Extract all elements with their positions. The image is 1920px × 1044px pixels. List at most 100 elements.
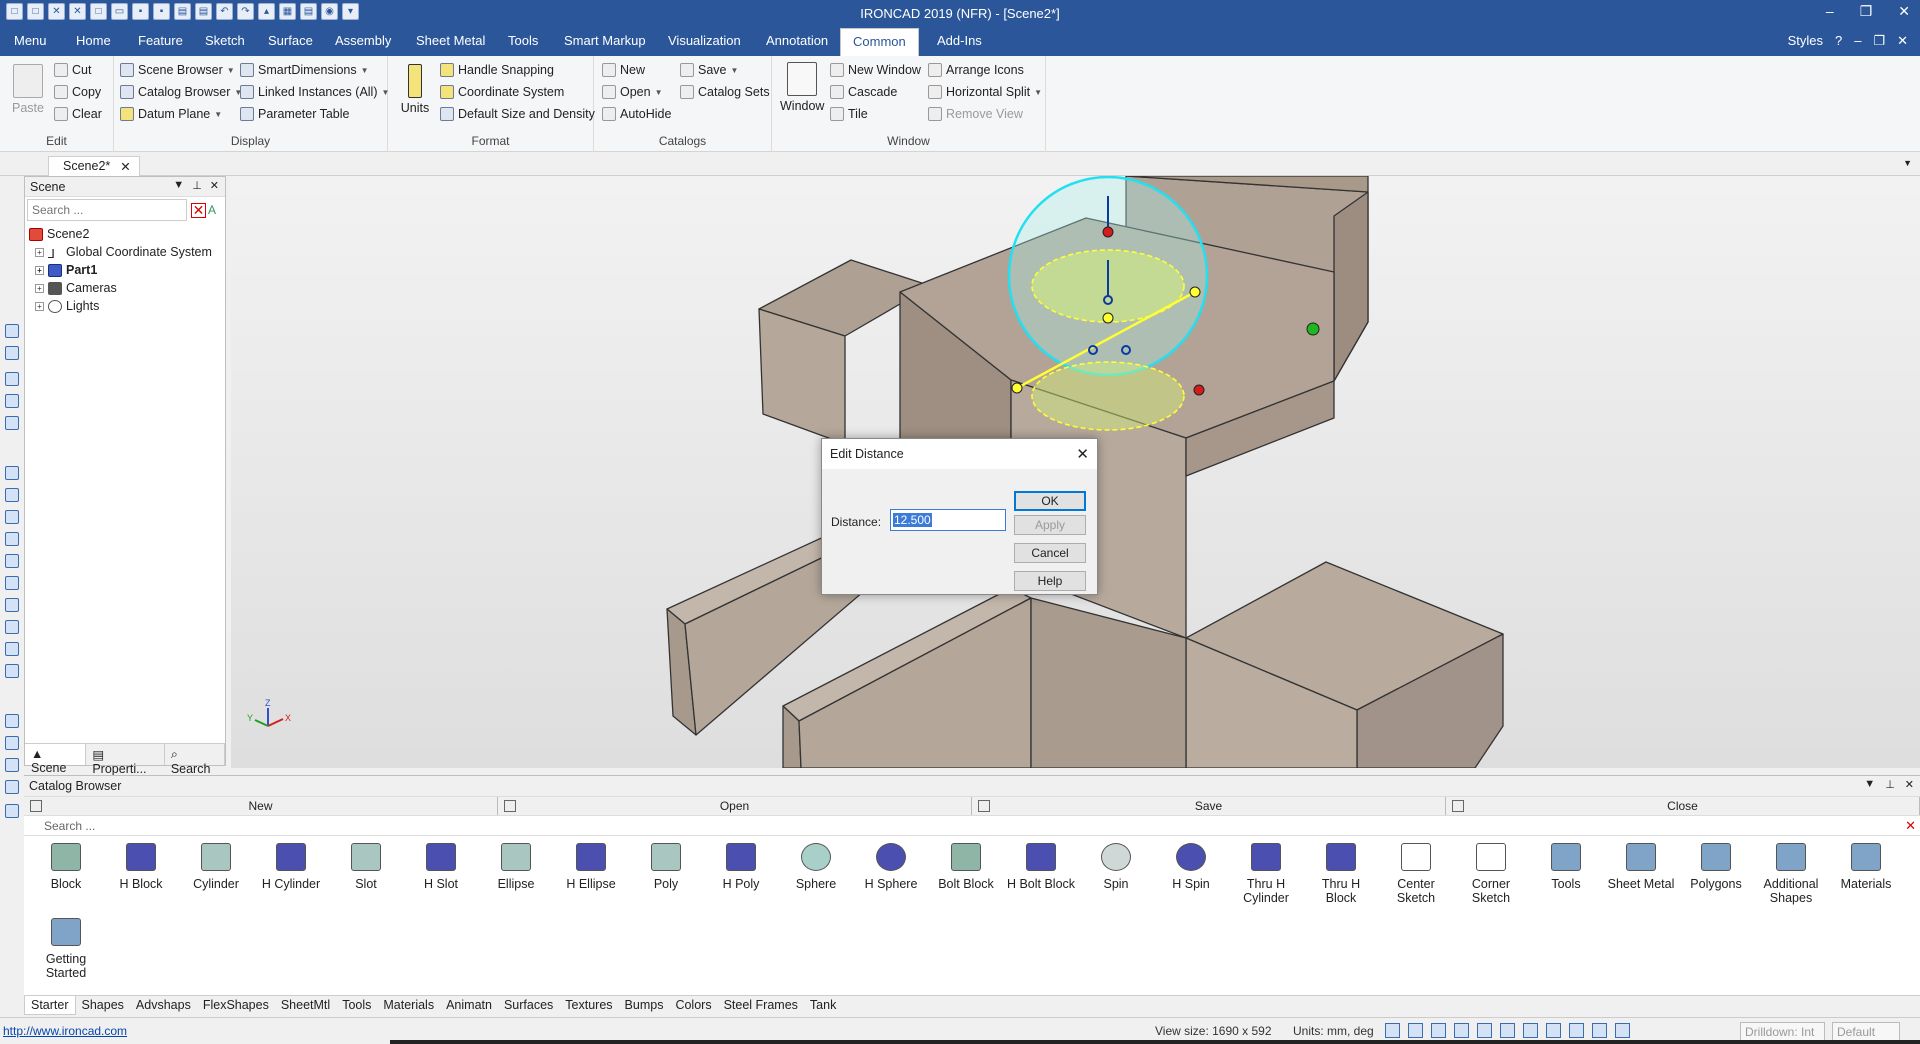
clear-search-icon[interactable]: ✕ (191, 202, 206, 218)
arrange-icons-button[interactable]: Arrange Icons (928, 63, 1024, 77)
new-window-button[interactable]: New Window (830, 63, 921, 77)
view-front-icon[interactable] (5, 488, 19, 502)
tool-4-icon[interactable] (5, 394, 19, 408)
scene-search-input[interactable] (27, 199, 187, 221)
end-handle-right[interactable] (1189, 286, 1201, 298)
view-normal-icon[interactable] (5, 620, 19, 634)
tab-home[interactable]: Home (76, 33, 111, 48)
tab-assembly[interactable]: Assembly (335, 33, 391, 48)
catalog-tab[interactable]: Advshaps (130, 996, 197, 1015)
catalog-tab[interactable]: Tank (804, 996, 842, 1015)
tab-search[interactable]: ⌕ Search (165, 744, 225, 776)
tab-menu[interactable]: Menu (14, 33, 47, 48)
size-handle-right[interactable] (1193, 384, 1205, 396)
catalog-search-clear-icon[interactable]: ✕ (1905, 818, 1916, 834)
wireframe-icon[interactable] (5, 664, 19, 678)
tab-sheet-metal[interactable]: Sheet Metal (416, 33, 485, 48)
panel-dropdown-icon[interactable]: ▼ (173, 179, 184, 192)
zoom-icon[interactable] (1385, 1023, 1400, 1038)
tab-sketch[interactable]: Sketch (205, 33, 245, 48)
catalog-tab[interactable]: Shapes (76, 996, 130, 1015)
expand-icon[interactable]: + (35, 283, 44, 293)
style-select[interactable]: Default (1832, 1022, 1900, 1041)
catalog-tab[interactable]: Steel Frames (718, 996, 804, 1015)
styles-dropdown[interactable]: Styles (1788, 33, 1823, 49)
tab-common[interactable]: Common (840, 28, 919, 56)
catalog-save-button[interactable]: Save ▼ (680, 63, 738, 77)
measure-icon[interactable] (5, 714, 19, 728)
tool-2-icon[interactable] (5, 346, 19, 360)
filter-icon[interactable]: A (208, 203, 216, 217)
top-size-handle[interactable] (1102, 226, 1114, 238)
catalog-item[interactable]: H Poly (705, 843, 777, 891)
catalog-item[interactable]: Sheet Metal (1605, 843, 1677, 891)
document-tab-scene2[interactable]: Scene2* ✕ (48, 156, 140, 176)
catalog-item[interactable]: Slot (330, 843, 402, 891)
camera-mode-icon[interactable] (1569, 1023, 1584, 1038)
copy-button[interactable]: Copy (54, 85, 101, 99)
pick-icon[interactable] (1615, 1023, 1630, 1038)
tree-node-lights[interactable]: + Lights (29, 297, 221, 315)
coordinate-system-button[interactable]: Coordinate System (440, 85, 564, 99)
ribbon-minimize-icon[interactable]: – (1854, 33, 1861, 49)
ironcad-link[interactable]: http://www.ironcad.com (3, 1024, 127, 1038)
ribbon-restore-icon[interactable]: ❐ (1873, 33, 1885, 49)
tool-1-icon[interactable] (5, 324, 19, 338)
catalog-tab[interactable]: Surfaces (498, 996, 559, 1015)
catalog-item[interactable]: Polygons (1680, 843, 1752, 891)
catalog-item[interactable]: H Cylinder (255, 843, 327, 891)
view-left-icon[interactable] (5, 598, 19, 612)
cancel-button[interactable]: Cancel (1014, 543, 1086, 563)
catalog-close-icon[interactable]: ✕ (1905, 778, 1914, 791)
catalog-item[interactable]: Corner Sketch (1455, 843, 1527, 905)
expand-icon[interactable]: + (35, 265, 44, 275)
pointer-icon[interactable] (1592, 1023, 1607, 1038)
display-mode-icon[interactable] (1546, 1023, 1561, 1038)
view-bottom-icon[interactable] (5, 554, 19, 568)
panel-close-icon[interactable]: ✕ (210, 179, 219, 192)
smart-dimensions-button[interactable]: SmartDimensions ▼ (240, 63, 369, 77)
catalog-tab[interactable]: Tools (336, 996, 377, 1015)
tool-5-icon[interactable] (5, 416, 19, 430)
catalog-item[interactable]: H Sphere (855, 843, 927, 891)
ribbon-close-icon[interactable]: ✕ (1897, 33, 1908, 49)
catalog-item[interactable]: Cylinder (180, 843, 252, 891)
tab-list-dropdown-icon[interactable]: ▼ (1903, 158, 1912, 168)
view-style-icon[interactable] (1431, 1023, 1446, 1038)
catalog-new-action[interactable]: New (24, 797, 498, 815)
catalog-tab[interactable]: Materials (377, 996, 440, 1015)
selection-filter-icon[interactable] (1477, 1023, 1492, 1038)
window-button[interactable]: Window (780, 62, 824, 113)
tree-node-global-coordinate-system[interactable]: + ⅃ Global Coordinate System (29, 243, 221, 261)
catalog-item[interactable]: Additional Shapes (1755, 843, 1827, 905)
catalog-tab[interactable]: Colors (669, 996, 717, 1015)
horizontal-split-button[interactable]: Horizontal Split ▼ (928, 85, 1042, 99)
catalog-item[interactable]: Tools (1530, 843, 1602, 891)
center-handle[interactable] (1102, 312, 1114, 324)
view-top-icon[interactable] (5, 466, 19, 480)
catalog-item[interactable]: Materials (1830, 843, 1902, 891)
catalog-tab[interactable]: Starter (24, 996, 76, 1015)
catalog-tab[interactable]: SheetMtl (275, 996, 336, 1015)
help-icon[interactable]: ? (1835, 33, 1842, 49)
tab-add-ins[interactable]: Add-Ins (937, 33, 982, 48)
tool-3-icon[interactable] (5, 372, 19, 386)
catalog-new-button[interactable]: New (602, 63, 645, 77)
close-button[interactable]: ✕ (1898, 3, 1910, 20)
drilldown-select[interactable]: Drilldown: Int (1740, 1022, 1825, 1041)
catalog-save-action[interactable]: Save (972, 797, 1446, 815)
catalog-item[interactable]: H Spin (1155, 843, 1227, 891)
catalog-pin-icon[interactable]: ⊥ (1885, 778, 1895, 791)
end-handle-left[interactable] (1011, 382, 1023, 394)
catalog-item[interactable]: H Bolt Block (1005, 843, 1077, 891)
catalog-browser-button[interactable]: Catalog Browser ▼ (120, 85, 242, 99)
zoom-box-icon[interactable] (1408, 1023, 1423, 1038)
tab-tools[interactable]: Tools (508, 33, 538, 48)
catalog-open-action[interactable]: Open (498, 797, 972, 815)
minimize-button[interactable]: – (1826, 3, 1834, 20)
catalog-item[interactable]: Sphere (780, 843, 852, 891)
snap-mode-icon[interactable] (1500, 1023, 1515, 1038)
tab-properties[interactable]: ▤ Properti... (86, 744, 165, 776)
apply-button[interactable]: Apply (1014, 515, 1086, 535)
expand-icon[interactable]: + (35, 301, 44, 311)
